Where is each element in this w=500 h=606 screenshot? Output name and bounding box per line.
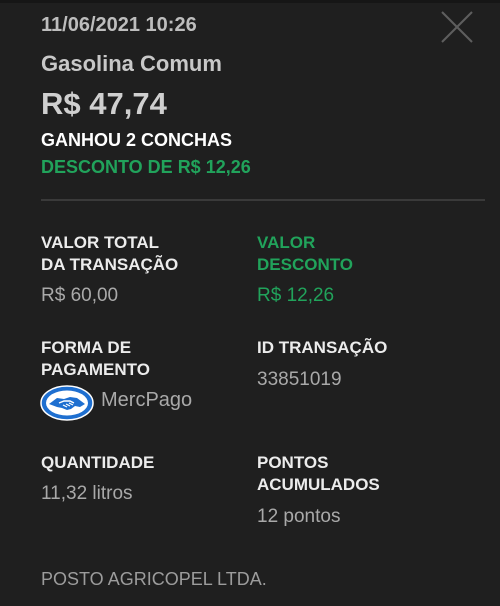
top-edge bbox=[0, 0, 500, 3]
handshake-logo-icon bbox=[40, 385, 94, 421]
quantity-label: QUANTIDADE bbox=[41, 453, 155, 472]
close-button[interactable] bbox=[440, 10, 474, 44]
payment-method-label: FORMA DE PAGAMENTO bbox=[41, 337, 150, 381]
transaction-id-label: ID TRANSAÇÃO bbox=[257, 338, 388, 357]
total-value: R$ 60,00 bbox=[41, 285, 119, 306]
quantity-value: 11,32 litros bbox=[41, 483, 133, 504]
discount-label-line-2: DESCONTO bbox=[257, 255, 354, 274]
total-label-line-1: VALOR TOTAL bbox=[41, 233, 160, 252]
payment-label-line-1: FORMA DE bbox=[41, 338, 132, 357]
payment-label-line-2: PAGAMENTO bbox=[41, 360, 150, 379]
station-name: POSTO AGRICOPEL LTDA. bbox=[41, 569, 267, 589]
divider bbox=[41, 199, 485, 201]
points-label-line-1: PONTOS bbox=[257, 453, 329, 472]
product-name: Gasolina Comum bbox=[41, 51, 222, 76]
transaction-id-value: 33851019 bbox=[257, 369, 342, 390]
payment-method-name: MercPago bbox=[101, 389, 193, 411]
transaction-datetime: 11/06/2021 10:26 bbox=[41, 14, 197, 36]
total-label-line-2: DA TRANSAÇÃO bbox=[41, 255, 179, 274]
discount-value-label: VALOR DESCONTO bbox=[257, 232, 353, 276]
points-value: 12 pontos bbox=[257, 506, 341, 527]
total-value-label: VALOR TOTAL DA TRANSAÇÃO bbox=[41, 232, 178, 276]
discount-label-line-1: VALOR bbox=[257, 233, 316, 252]
reward-text: GANHOU 2 CONCHAS bbox=[41, 130, 233, 150]
discount-value: R$ 12,26 bbox=[257, 285, 335, 306]
close-icon bbox=[441, 11, 473, 43]
discount-text: DESCONTO DE R$ 12,26 bbox=[41, 157, 251, 177]
points-label: PONTOS ACUMULADOS bbox=[257, 452, 380, 496]
transaction-detail-screen: 11/06/2021 10:26 Gasolina Comum R$ 47,74… bbox=[0, 0, 500, 606]
transaction-price: R$ 47,74 bbox=[41, 86, 167, 121]
points-label-line-2: ACUMULADOS bbox=[257, 475, 380, 494]
